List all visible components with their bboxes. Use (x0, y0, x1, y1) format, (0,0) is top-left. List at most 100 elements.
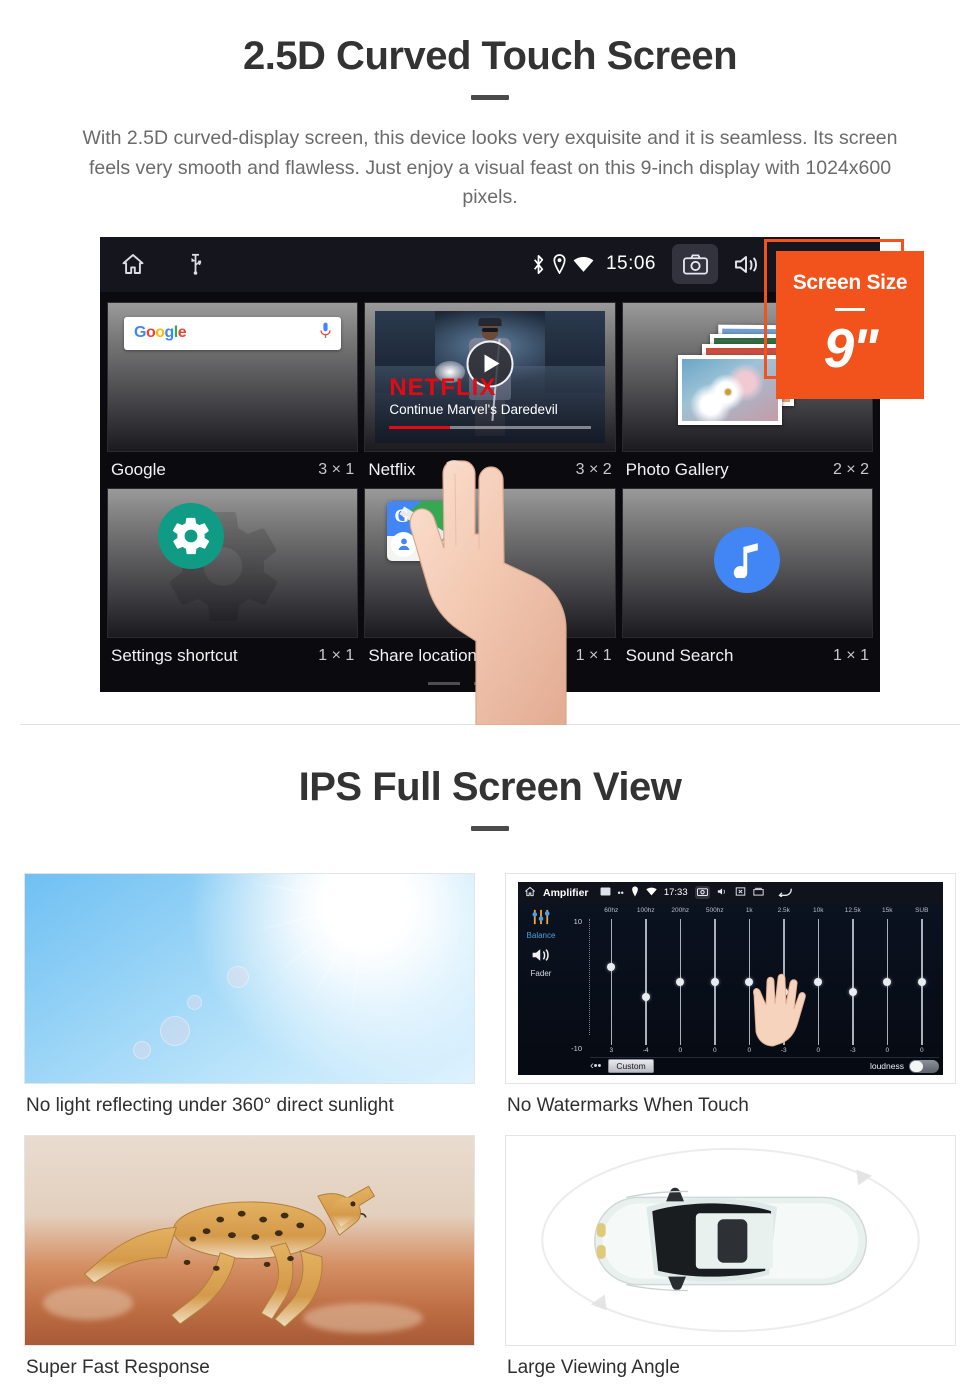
eq-slider[interactable] (676, 918, 685, 1045)
badge-value: 9" (823, 316, 879, 379)
bluetooth-icon (531, 254, 546, 275)
status-bar: 15:06 (100, 236, 880, 292)
feature-card-car: Large Viewing Angle (505, 1134, 956, 1379)
section2-underline (471, 825, 509, 831)
feature-caption: No light reflecting under 360° direct su… (26, 1094, 394, 1116)
widget-name: Photo Gallery (625, 459, 729, 479)
widget-label-google: Google 3 × 1 (107, 452, 358, 488)
loudness-toggle[interactable] (909, 1059, 939, 1073)
section-divider (20, 723, 960, 725)
eq-band[interactable]: 100hz -4 (629, 907, 664, 1057)
balance-label[interactable]: Balance (518, 931, 564, 940)
close-box-icon[interactable] (735, 887, 746, 898)
eq-band[interactable]: 15k 0 (870, 907, 905, 1057)
widget-label-share-location: Share location 1 × 1 (364, 638, 615, 674)
widget-name: Google (111, 459, 166, 479)
running-cheetah-photo (24, 1134, 475, 1346)
google-maps-share-icon: G (387, 500, 452, 561)
page-title: 2.5D Curved Touch Screen (242, 34, 738, 78)
widget-sound-search[interactable]: Sound Search 1 × 1 (621, 487, 873, 674)
widget-label-settings: Settings shortcut 1 × 1 (107, 638, 358, 674)
page-indicator[interactable] (100, 681, 880, 685)
wifi-icon (646, 887, 657, 898)
netflix-widget-icon: NETFLIX Continue Marvel's Daredevil (375, 310, 605, 443)
netflix-brand: NETFLIX (389, 373, 497, 401)
title-underline (471, 95, 509, 100)
more-icon[interactable]: •• (618, 888, 624, 898)
sunlight-sky-photo (24, 872, 475, 1084)
microphone-icon[interactable] (320, 322, 331, 344)
eq-band-hz: 15k (882, 906, 893, 914)
widget-label-photo-gallery: Photo Gallery 2 × 2 (622, 452, 873, 488)
widget-name: Sound Search (625, 645, 734, 665)
widget-size: 1 × 1 (318, 646, 355, 664)
widget-name: Netflix (368, 459, 416, 479)
preset-button[interactable]: Custom (608, 1059, 654, 1074)
eq-band[interactable]: 12.5k -3 (836, 907, 871, 1057)
widget-size: 3 × 1 (318, 460, 355, 478)
loudness-control[interactable]: loudness (869, 1059, 939, 1073)
curved-touch-screen-section: 2.5D Curved Touch Screen With 2.5D curve… (0, 0, 980, 725)
widget-settings-shortcut[interactable]: Settings shortcut 1 × 1 (107, 487, 359, 674)
widget-netflix[interactable]: NETFLIX Continue Marvel's Daredevil Netf… (364, 301, 616, 488)
google-search-bar-icon[interactable]: Google (124, 316, 342, 350)
amplifier-clock: 17:33 (663, 887, 688, 899)
back-nav-icon[interactable]: ‹•• (590, 1060, 601, 1072)
widget-share-location[interactable]: G Share location 1 × 1 (364, 487, 616, 674)
widget-size: 3 × 2 (575, 460, 612, 478)
page-dot[interactable] (428, 681, 460, 685)
eq-slider[interactable] (883, 918, 892, 1045)
axis-top-label: 10 (573, 916, 582, 926)
eq-band[interactable]: 60hz 3 (594, 907, 629, 1057)
eq-band-hz: 60hz (604, 906, 619, 914)
eq-slider[interactable] (710, 918, 719, 1045)
eq-band[interactable]: 200hz 0 (663, 907, 698, 1057)
feature-card-cheetah: Super Fast Response (24, 1134, 475, 1379)
gear-icon[interactable] (158, 502, 224, 569)
equalizer-icon[interactable] (518, 909, 564, 930)
speaker-icon[interactable] (518, 947, 564, 968)
eq-band-value: 0 (885, 1046, 890, 1054)
loudness-label: loudness (869, 1061, 904, 1072)
eq-band-hz: 12.5k (844, 906, 861, 914)
home-icon[interactable] (524, 886, 536, 899)
eq-slider[interactable] (607, 918, 616, 1045)
gallery-icon[interactable] (600, 887, 611, 898)
amplifier-footer: ‹•• Custom loudness (590, 1056, 939, 1074)
widget-label-netflix: Netflix 3 × 2 (364, 452, 615, 488)
device-screenshot-wrapper: Screen Size 9" 15:06 Google Google 3 × 1… (100, 236, 924, 725)
eq-band-hz: 2.5k (777, 906, 790, 914)
camera-icon[interactable] (694, 886, 710, 900)
eq-slider[interactable] (848, 918, 857, 1045)
eq-slider[interactable] (641, 918, 650, 1045)
back-arrow-icon[interactable] (777, 887, 792, 899)
widget-preview-share-location[interactable]: G (364, 487, 616, 638)
widget-preview-netflix[interactable]: NETFLIX Continue Marvel's Daredevil (364, 301, 616, 452)
car-top-view-illustration (505, 1134, 956, 1346)
camera-icon[interactable] (672, 244, 718, 285)
eq-slider[interactable] (917, 918, 926, 1045)
music-note-icon[interactable] (714, 526, 781, 593)
widget-size: 1 × 1 (575, 646, 612, 664)
widget-preview-google[interactable]: Google (107, 301, 359, 452)
widget-google[interactable]: Google Google 3 × 1 (107, 301, 359, 488)
recent-apps-icon[interactable] (752, 887, 764, 898)
usb-icon[interactable] (188, 253, 203, 276)
google-logo: Google (134, 324, 187, 342)
widget-preview-sound-search[interactable] (621, 487, 873, 638)
eq-slider[interactable] (814, 918, 823, 1045)
netflix-progress-fill (389, 425, 450, 429)
widget-preview-settings[interactable] (107, 487, 359, 638)
page-dot[interactable] (474, 681, 506, 685)
equalizer-panel: 10 -10 60hz 3 100hz -4 200hz 0 500hz 0 1k 0 2… (564, 904, 943, 1075)
wifi-icon (573, 256, 594, 273)
volume-icon[interactable] (717, 887, 728, 898)
eq-band[interactable]: 500hz 0 (698, 907, 733, 1057)
axis-bottom-label: -10 (571, 1043, 582, 1053)
eq-band-hz: SUB (915, 906, 929, 914)
fader-label[interactable]: Fader (518, 969, 564, 978)
home-icon[interactable] (120, 252, 146, 276)
page-dot-active[interactable] (520, 681, 552, 685)
eq-band[interactable]: SUB 0 (905, 907, 940, 1057)
eq-band-value: -4 (642, 1046, 649, 1054)
